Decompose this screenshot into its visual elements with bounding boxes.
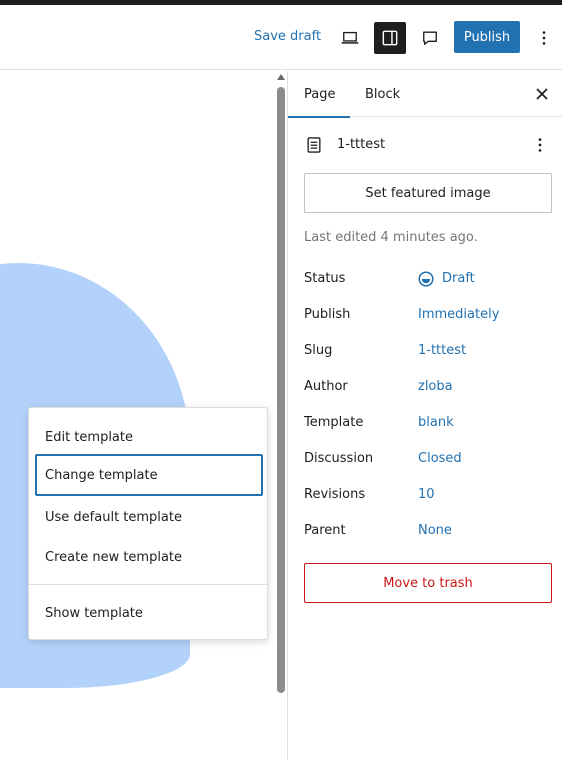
laptop-icon	[341, 31, 359, 44]
property-slug: Slug 1-tttest	[304, 339, 554, 363]
menu-item-show-template[interactable]: Show template	[35, 592, 263, 634]
discussion-value-button[interactable]: Closed	[418, 447, 462, 471]
property-label: Status	[304, 271, 346, 286]
sidebar-toggle-icon	[382, 30, 398, 46]
template-value-button[interactable]: blank	[418, 411, 454, 435]
property-label: Publish	[304, 307, 351, 322]
author-value-button[interactable]: zloba	[418, 375, 453, 399]
comments-button[interactable]	[414, 22, 446, 54]
slug-value-button[interactable]: 1-tttest	[418, 339, 466, 363]
property-revisions: Revisions 10	[304, 483, 554, 507]
template-context-menu: Edit template Change template Use defaul…	[28, 407, 268, 640]
draft-status-icon	[418, 271, 434, 287]
property-parent: Parent None	[304, 519, 554, 543]
preview-device-button[interactable]	[334, 22, 366, 54]
status-value: Draft	[442, 271, 475, 286]
canvas-scrollbar[interactable]	[275, 71, 287, 760]
last-edited-text: Last edited 4 minutes ago.	[304, 230, 478, 245]
document-actions-button[interactable]	[530, 135, 550, 155]
page-icon	[304, 135, 324, 155]
tab-page[interactable]: Page	[288, 71, 350, 118]
editor-header: Save draft Publish	[0, 5, 562, 70]
more-vertical-icon	[542, 31, 546, 45]
scroll-up-arrow-icon[interactable]	[277, 74, 285, 80]
menu-item-edit-template[interactable]: Edit template	[35, 416, 263, 458]
scrollbar-thumb[interactable]	[277, 87, 285, 693]
options-button[interactable]	[528, 22, 560, 54]
save-draft-button[interactable]: Save draft	[254, 27, 321, 47]
close-icon	[536, 88, 548, 100]
menu-item-use-default-template[interactable]: Use default template	[35, 496, 263, 538]
property-publish: Publish Immediately	[304, 303, 554, 327]
more-vertical-icon	[538, 138, 542, 152]
settings-sidebar-toggle[interactable]	[374, 22, 406, 54]
menu-divider	[29, 584, 267, 585]
settings-sidebar: Page Block 1-tttest Set featured image L…	[287, 71, 562, 760]
property-label: Slug	[304, 343, 333, 358]
parent-value-button[interactable]: None	[418, 519, 452, 543]
property-label: Discussion	[304, 451, 374, 466]
property-label: Revisions	[304, 487, 366, 502]
property-label: Template	[304, 415, 364, 430]
sidebar-tabs: Page Block	[288, 71, 562, 118]
close-sidebar-button[interactable]	[532, 84, 552, 104]
property-template: Template blank	[304, 411, 554, 435]
property-label: Parent	[304, 523, 346, 538]
document-summary: 1-tttest	[304, 133, 554, 157]
property-author: Author zloba	[304, 375, 554, 399]
document-title: 1-tttest	[337, 137, 386, 152]
menu-item-change-template[interactable]: Change template	[35, 454, 263, 496]
revisions-value-button[interactable]: 10	[418, 483, 435, 507]
property-label: Author	[304, 379, 348, 394]
menu-item-create-new-template[interactable]: Create new template	[35, 536, 263, 578]
property-discussion: Discussion Closed	[304, 447, 554, 471]
status-value-button[interactable]: Draft	[418, 267, 475, 291]
tab-block[interactable]: Block	[365, 71, 400, 117]
comment-icon	[423, 31, 437, 45]
publish-button[interactable]: Publish	[454, 21, 520, 53]
move-to-trash-button[interactable]: Move to trash	[304, 563, 552, 603]
publish-value-button[interactable]: Immediately	[418, 303, 499, 327]
property-status: Status Draft	[304, 267, 554, 291]
set-featured-image-button[interactable]: Set featured image	[304, 173, 552, 213]
